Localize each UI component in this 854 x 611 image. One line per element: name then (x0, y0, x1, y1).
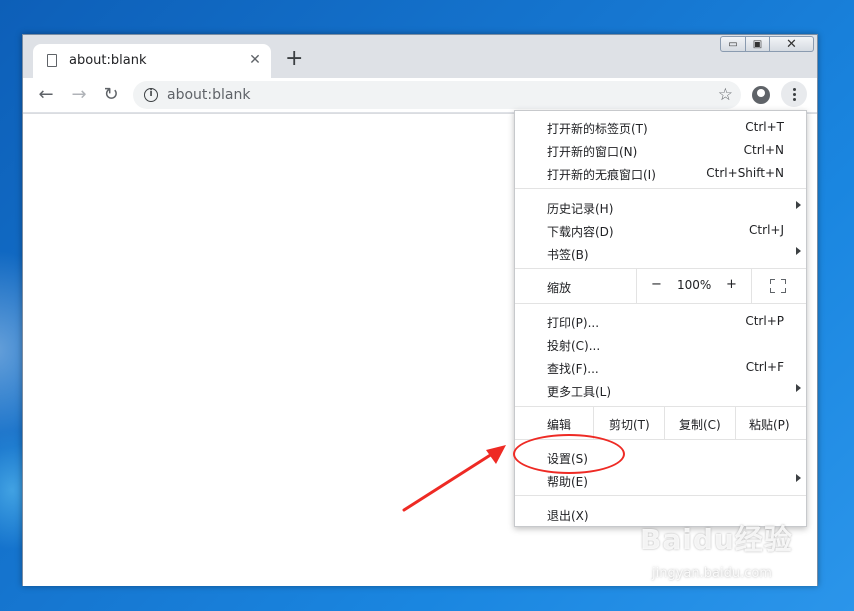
submenu-arrow-icon (796, 474, 801, 482)
menu-item-incognito[interactable]: 打开新的无痕窗口(I) Ctrl+Shift+N (515, 162, 806, 184)
menu-item-label: 书签(B) (547, 248, 589, 262)
info-icon[interactable]: i (144, 88, 158, 102)
reload-icon[interactable]: ↻ (100, 84, 122, 106)
watermark-logo: Baidu经验 (640, 523, 793, 556)
cut-button[interactable]: 剪切(T) (609, 416, 650, 433)
page-icon (47, 54, 57, 67)
edit-divider (735, 407, 736, 439)
menu-item-new-tab[interactable]: 打开新的标签页(T) Ctrl+T (515, 116, 806, 138)
menu-separator (515, 495, 806, 496)
annotation-arrow-icon (402, 445, 506, 512)
edit-divider (664, 407, 665, 439)
menu-item-shortcut: Ctrl+P (745, 314, 784, 328)
forward-icon[interactable]: → (68, 84, 90, 106)
menu-item-label: 打印(P)... (547, 316, 600, 330)
menu-item-label: 下载内容(D) (547, 225, 614, 239)
submenu-arrow-icon (796, 201, 801, 209)
paste-button[interactable]: 粘贴(P) (749, 416, 790, 433)
zoom-label: 缩放 (547, 281, 572, 295)
menu-item-shortcut: Ctrl+F (745, 360, 784, 374)
tab-about-blank[interactable]: about:blank ✕ (33, 44, 271, 78)
menu-item-print[interactable]: 打印(P)... Ctrl+P (515, 310, 806, 332)
menu-item-label: 打开新的窗口(N) (547, 145, 638, 159)
menu-item-bookmarks[interactable]: 书签(B) (515, 242, 806, 264)
menu-item-shortcut: Ctrl+J (749, 223, 784, 237)
window-controls: ▭ ▣ ✕ (720, 36, 814, 54)
zoom-level: 100% (677, 278, 712, 292)
close-tab-icon[interactable]: ✕ (245, 50, 265, 70)
menu-separator (515, 188, 806, 189)
zoom-divider (636, 269, 637, 303)
menu-item-more-tools[interactable]: 更多工具(L) (515, 379, 806, 401)
zoom-divider (751, 269, 752, 303)
menu-item-downloads[interactable]: 下载内容(D) Ctrl+J (515, 219, 806, 241)
minimize-button[interactable]: ▭ (720, 36, 746, 52)
menu-item-label: 帮助(E) (547, 475, 588, 489)
copy-button[interactable]: 复制(C) (679, 416, 721, 433)
back-icon[interactable]: ← (35, 84, 57, 106)
baidu-jingyan-watermark: Baidu经验 jingyan.baidu.com (640, 518, 793, 581)
profile-avatar-icon[interactable] (752, 86, 770, 104)
menu-item-label: 打开新的无痕窗口(I) (547, 168, 656, 182)
url-text[interactable]: about:blank (167, 87, 250, 103)
menu-item-label: 投射(C)... (547, 339, 601, 353)
zoom-row: 缩放 − 100% + (515, 269, 806, 303)
toolbar: ← → ↻ i about:blank ☆ (23, 78, 817, 112)
menu-item-label: 查找(F)... (547, 362, 599, 376)
menu-item-shortcut: Ctrl+N (743, 143, 784, 157)
submenu-arrow-icon (796, 384, 801, 392)
zoom-in-button[interactable]: + (726, 277, 737, 292)
address-bar[interactable]: i about:blank ☆ (133, 81, 741, 109)
menu-item-label: 更多工具(L) (547, 385, 612, 399)
menu-item-shortcut: Ctrl+T (745, 120, 784, 134)
watermark-url: jingyan.baidu.com (652, 566, 772, 581)
menu-item-history[interactable]: 历史记录(H) (515, 196, 806, 218)
highlight-ellipse (513, 434, 625, 474)
menu-separator (515, 303, 806, 304)
menu-item-cast[interactable]: 投射(C)... (515, 333, 806, 355)
tab-title: about:blank (69, 53, 147, 68)
more-menu-icon[interactable] (781, 81, 807, 107)
edit-label: 编辑 (547, 418, 572, 432)
menu-item-find[interactable]: 查找(F)... Ctrl+F (515, 356, 806, 378)
menu-item-new-window[interactable]: 打开新的窗口(N) Ctrl+N (515, 139, 806, 161)
edit-divider (593, 407, 594, 439)
menu-item-label: 打开新的标签页(T) (547, 122, 648, 136)
bookmark-star-icon[interactable]: ☆ (718, 85, 733, 105)
fullscreen-icon[interactable] (770, 279, 786, 293)
new-tab-button[interactable]: + (285, 48, 303, 70)
close-window-button[interactable]: ✕ (770, 36, 814, 52)
menu-item-label: 历史记录(H) (547, 202, 614, 216)
maximize-button[interactable]: ▣ (746, 36, 770, 52)
menu-item-label: 退出(X) (547, 509, 589, 523)
submenu-arrow-icon (796, 247, 801, 255)
zoom-out-button[interactable]: − (651, 277, 662, 292)
menu-item-shortcut: Ctrl+Shift+N (706, 166, 784, 180)
